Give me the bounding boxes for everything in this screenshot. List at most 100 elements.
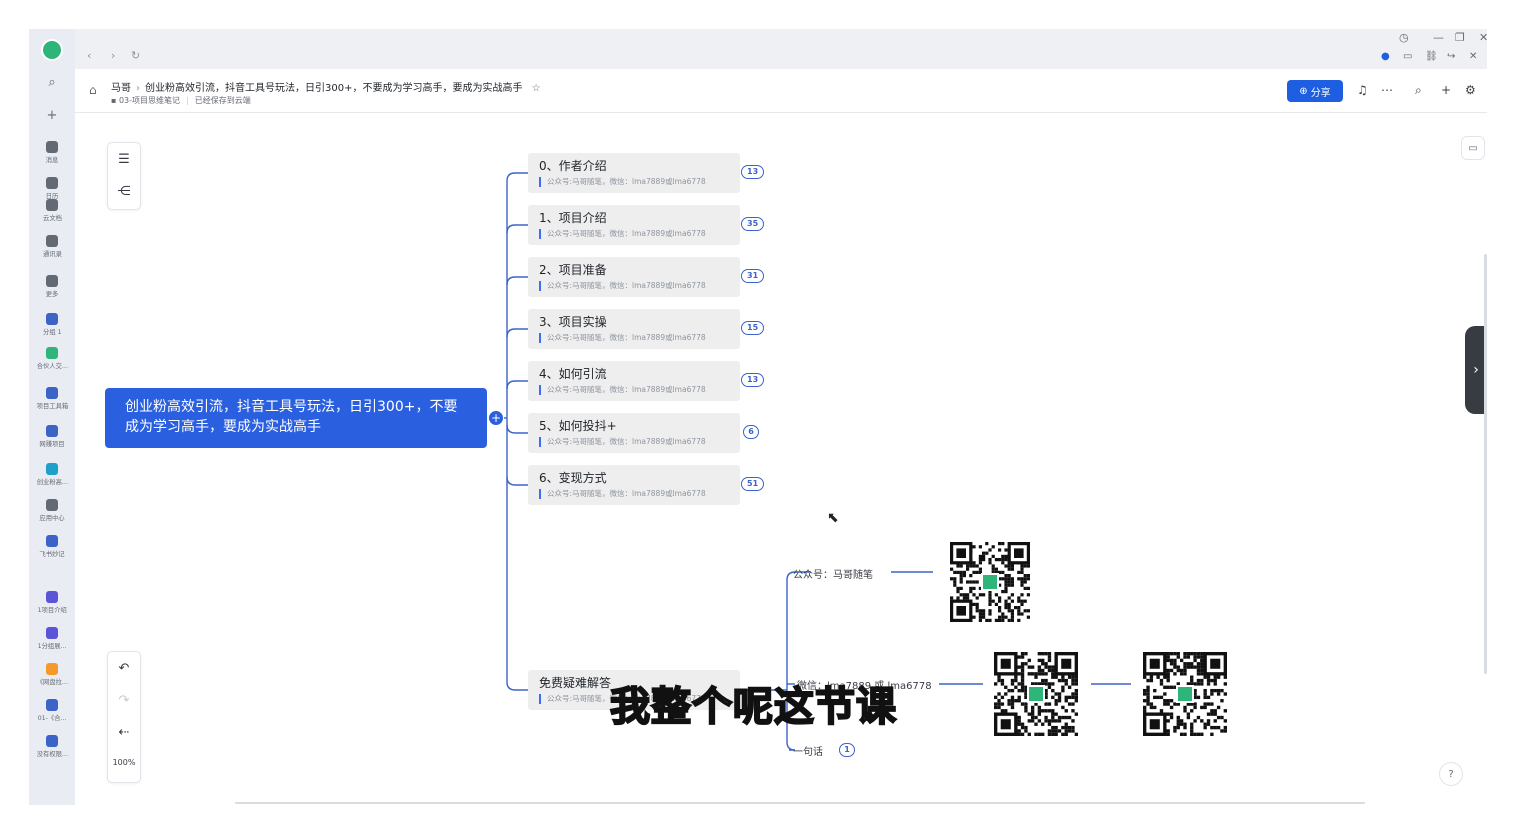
- rail-item[interactable]: 《网盘拉...: [29, 663, 75, 687]
- grid-app-icon: [46, 425, 58, 437]
- collapsed-count-badge[interactable]: 13: [741, 165, 765, 179]
- rail-item-label: 云文档: [42, 214, 62, 222]
- rail-item[interactable]: 消息: [29, 141, 75, 165]
- horizontal-scrollbar[interactable]: [235, 802, 1365, 804]
- topic-node[interactable]: 1、项目介绍 公众号:马哥随笔，微信：lma7889或lma6778: [528, 205, 740, 245]
- chat-icon: [46, 141, 58, 153]
- window-icon[interactable]: ▭: [1403, 51, 1412, 62]
- minimize-icon[interactable]: —: [1433, 31, 1444, 44]
- bell-icon[interactable]: ♫: [1357, 83, 1368, 97]
- back-arrow-icon[interactable]: ‹: [87, 49, 91, 62]
- qr-code-image: [1143, 652, 1227, 736]
- more-apps-icon: [46, 275, 58, 287]
- rail-item[interactable]: 合伙人交...: [29, 347, 75, 371]
- rail-item[interactable]: 应用中心: [29, 499, 75, 523]
- topic-node[interactable]: 4、如何引流 公众号:马哥随笔，微信：lma7889或lma6778: [528, 361, 740, 401]
- settings-icon[interactable]: ⚙: [1465, 83, 1476, 97]
- rail-item[interactable]: 日历: [29, 177, 75, 201]
- window-titlebar: ‹ › ↻ ◷ — ❐ ✕ ● ▭ ⛓ ↪ ✕: [75, 29, 1487, 69]
- chevron-right-icon: ›: [136, 83, 140, 94]
- globe-icon: ⊕: [1299, 85, 1308, 97]
- rail-item[interactable]: 创业粉高...: [29, 463, 75, 487]
- leaf-count-badge[interactable]: 1: [839, 743, 855, 757]
- qr-code-image: [950, 542, 1030, 622]
- branch-connector: [506, 380, 528, 390]
- leaf-one-sentence[interactable]: 一句话: [793, 743, 823, 758]
- mindmap-app-icon: [46, 463, 58, 475]
- rail-item[interactable]: 没有权限...: [29, 735, 75, 759]
- leaf-public-account[interactable]: 公众号：马哥随笔: [793, 566, 873, 581]
- topic-node[interactable]: 3、项目实操 公众号:马哥随笔，微信：lma7889或lma6778: [528, 309, 740, 349]
- add-child-icon[interactable]: +: [488, 410, 504, 426]
- folder-app-icon: [46, 663, 58, 675]
- doc-app-icon: [46, 699, 58, 711]
- collapsed-count-badge[interactable]: 6: [743, 425, 759, 439]
- breadcrumb: 马哥 › 创业粉高效引流，抖音工具号玩法，日引300+，不要成为学习高手，要成为实战…: [111, 79, 541, 94]
- rail-item[interactable]: 项目工具箱: [29, 387, 75, 411]
- grid-app-icon: [46, 387, 58, 399]
- collapsed-count-badge[interactable]: 15: [741, 321, 765, 335]
- search-icon[interactable]: ⌕: [42, 72, 62, 92]
- faq-title: 免费疑难解答: [539, 676, 612, 690]
- rail-item-label: 网赚项目: [39, 440, 65, 448]
- topic-node[interactable]: 0、作者介绍 公众号:马哥随笔，微信：lma7889或lma6778: [528, 153, 740, 193]
- link-icon[interactable]: ⛓: [1425, 51, 1438, 62]
- grid-app-icon: [46, 347, 58, 359]
- vertical-scrollbar[interactable]: [1484, 254, 1487, 674]
- comment-icon[interactable]: ▭: [1461, 136, 1485, 160]
- assistant-icon[interactable]: ●: [1381, 51, 1390, 62]
- breadcrumb-owner[interactable]: 马哥: [111, 83, 131, 94]
- add-icon[interactable]: +: [42, 105, 62, 125]
- close-tab-icon[interactable]: ✕: [1469, 51, 1477, 62]
- folder-name[interactable]: 03-项目思维笔记: [119, 96, 180, 105]
- topic-note: 公众号:马哥随笔，微信：lma7889或lma6778: [539, 385, 706, 395]
- forward-share-icon[interactable]: ↪: [1447, 51, 1455, 62]
- doc-title[interactable]: 创业粉高效引流，抖音工具号玩法，日引300+，不要成为学习高手，要成为实战高手: [145, 83, 522, 94]
- topic-note: 公众号:马哥随笔，微信：lma7889或lma6778: [539, 437, 706, 447]
- more-icon[interactable]: ⋯: [1381, 83, 1393, 97]
- home-icon[interactable]: ⌂: [89, 83, 97, 97]
- help-icon[interactable]: ?: [1439, 762, 1463, 786]
- user-avatar[interactable]: [41, 39, 63, 61]
- topic-node[interactable]: 6、变现方式 公众号:马哥随笔，微信：lma7889或lma6778: [528, 465, 740, 505]
- topic-title: 3、项目实操: [539, 315, 607, 329]
- collapsed-count-badge[interactable]: 51: [741, 477, 765, 491]
- forward-arrow-icon[interactable]: ›: [111, 49, 115, 62]
- rail-item[interactable]: 网赚项目: [29, 425, 75, 449]
- root-topic[interactable]: 创业粉高效引流，抖音工具号玩法，日引300+，不要成为学习高手，要成为实战高手: [105, 388, 487, 448]
- rail-item[interactable]: 01-《合...: [29, 699, 75, 723]
- rail-item[interactable]: 1分组展...: [29, 627, 75, 651]
- topic-note: 公众号:马哥随笔，微信：lma7889或lma6778: [539, 489, 706, 499]
- minutes-icon: [46, 591, 58, 603]
- topic-node[interactable]: 2、项目准备公众号:马哥随笔，微信：lma7889或lma6778: [528, 257, 740, 297]
- search-doc-icon[interactable]: ⌕: [1415, 83, 1422, 98]
- maximize-icon[interactable]: ❐: [1455, 31, 1465, 44]
- rail-item[interactable]: 更多: [29, 275, 75, 299]
- rail-item[interactable]: 通讯录: [29, 235, 75, 259]
- minutes-icon: [46, 535, 58, 547]
- rail-item[interactable]: 飞书妙记: [29, 535, 75, 559]
- collapsed-count-badge[interactable]: 13: [741, 373, 765, 387]
- collapsed-count-badge[interactable]: 35: [741, 217, 765, 231]
- rail-item[interactable]: 1项目介绍: [29, 591, 75, 615]
- history-icon[interactable]: ◷: [1399, 31, 1409, 44]
- root-topic-text: 创业粉高效引流，抖音工具号玩法，日引300+，不要成为学习高手，要成为实战高手: [125, 399, 458, 435]
- doc-meta: ▪ 03-项目思维笔记 | 已经保存到云端: [111, 96, 251, 105]
- star-icon[interactable]: ☆: [532, 83, 541, 94]
- topic-note: 公众号:马哥随笔，微信：lma7889或lma6778: [539, 281, 706, 291]
- topic-note: 公众号:马哥随笔，微信：lma7889或lma6778: [539, 229, 706, 239]
- branch-connector: [506, 424, 528, 434]
- topic-title: 2、项目准备: [539, 263, 607, 277]
- topic-node[interactable]: 5、如何投抖+ 公众号:马哥随笔，微信：lma7889或lma6778: [528, 413, 740, 453]
- mindmap-canvas[interactable]: ☰ ⋲ ↶ ↷ ⇠ 100% 创业粉高效引流，抖音工具号玩法，日引300+，不要…: [75, 114, 1487, 805]
- close-window-icon[interactable]: ✕: [1479, 31, 1487, 44]
- share-button[interactable]: ⊕ 分享: [1287, 80, 1343, 102]
- rail-item-label: 更多: [45, 290, 59, 298]
- collapsed-count-badge[interactable]: 31: [741, 269, 765, 283]
- rail-item[interactable]: 云文档: [29, 199, 75, 223]
- branch-connector: [506, 172, 528, 182]
- refresh-icon[interactable]: ↻: [131, 49, 140, 62]
- branch-connector: [506, 276, 528, 286]
- insert-icon[interactable]: +: [1441, 83, 1451, 97]
- rail-item[interactable]: 分组 1: [29, 313, 75, 337]
